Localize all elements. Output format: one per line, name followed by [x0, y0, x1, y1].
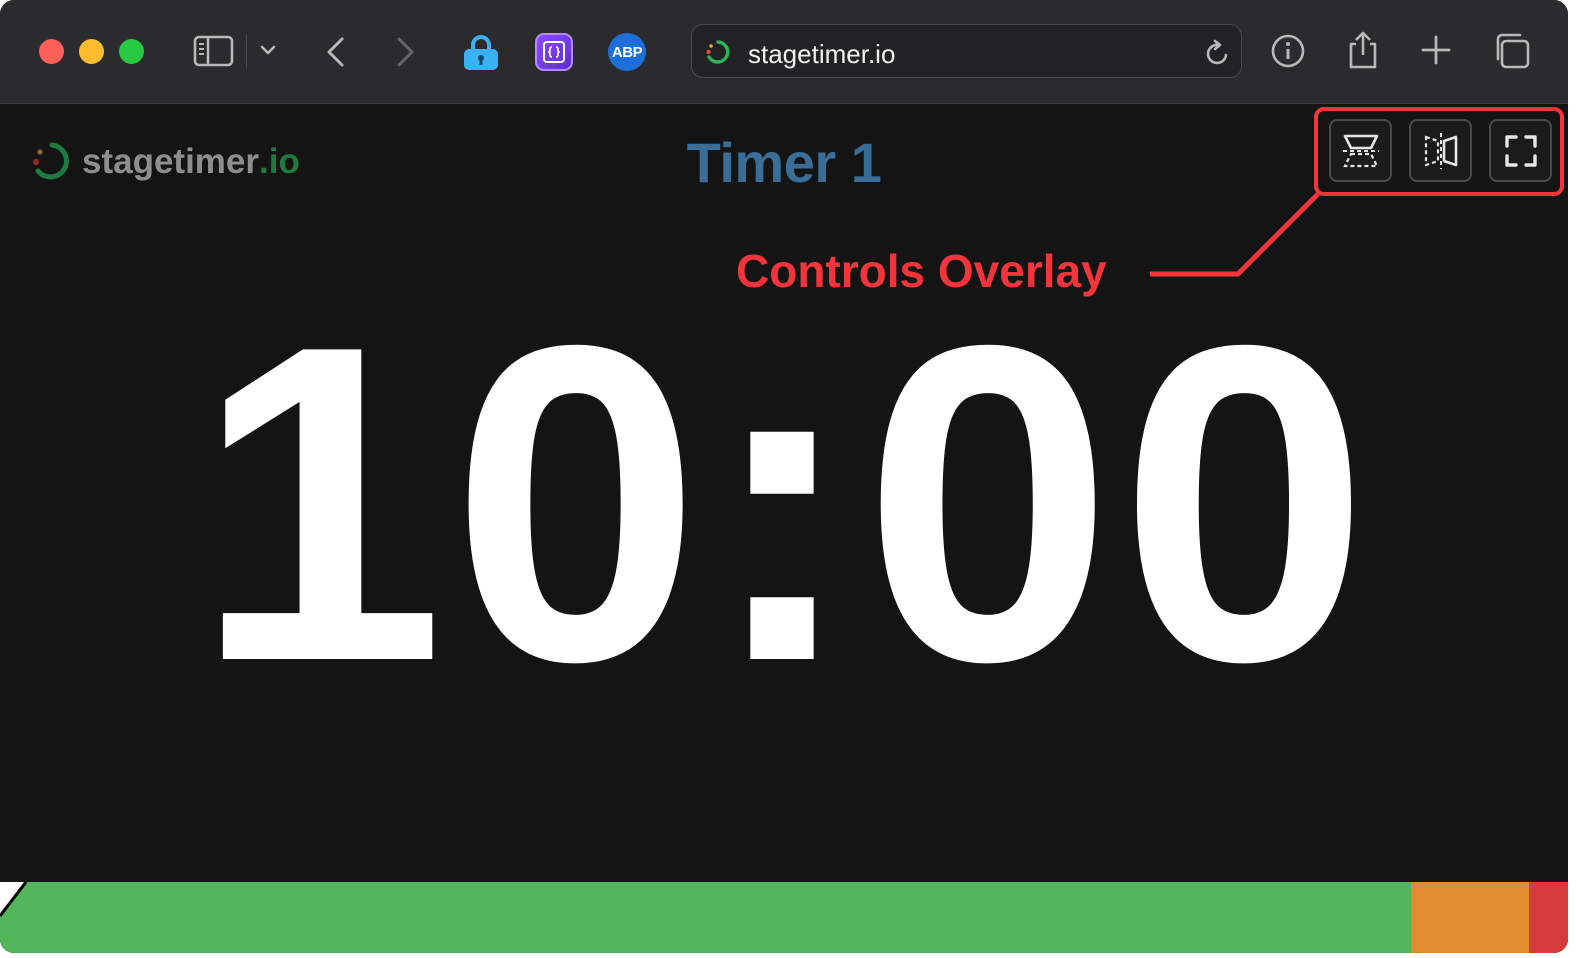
forward-arrow-icon[interactable]: [393, 35, 419, 69]
toolbar-divider: [246, 34, 247, 68]
password-extension-button[interactable]: [462, 33, 500, 71]
json-extension-button[interactable]: [535, 33, 573, 71]
minimize-window-button[interactable]: [79, 39, 104, 64]
progress-marker-icon: [0, 882, 28, 917]
info-icon[interactable]: [1270, 33, 1306, 69]
adblock-label: ABP: [611, 43, 643, 61]
address-bar[interactable]: stagetimer.io: [691, 24, 1242, 78]
site-favicon-icon: [706, 40, 730, 64]
progress-bar: [0, 882, 1568, 953]
browser-toolbar: ABP stagetimer.io: [0, 0, 1568, 104]
close-window-button[interactable]: [39, 39, 64, 64]
json-braces-icon: [543, 41, 565, 63]
chevron-down-icon[interactable]: [259, 43, 277, 57]
countdown-display: 10:00: [194, 253, 1376, 755]
timer-page: stagetimer .io Timer 1 Controls Overlay …: [0, 104, 1568, 953]
reload-icon[interactable]: [1204, 38, 1232, 68]
padlock-icon: [464, 35, 498, 70]
new-tab-plus-icon[interactable]: [1419, 33, 1453, 67]
browser-window: ABP stagetimer.io stagetimer .io Timer 1…: [0, 0, 1568, 953]
progress-segment-green: [0, 882, 1411, 953]
tab-overview-icon[interactable]: [1492, 31, 1532, 71]
share-icon[interactable]: [1346, 29, 1380, 71]
adblock-extension-button[interactable]: ABP: [608, 33, 646, 71]
sidebar-toggle-icon[interactable]: [193, 34, 235, 68]
url-text: stagetimer.io: [748, 39, 896, 69]
progress-segment-warning: [1411, 882, 1529, 953]
progress-segment-danger: [1529, 882, 1568, 953]
back-arrow-icon[interactable]: [322, 35, 348, 69]
zoom-window-button[interactable]: [119, 39, 144, 64]
